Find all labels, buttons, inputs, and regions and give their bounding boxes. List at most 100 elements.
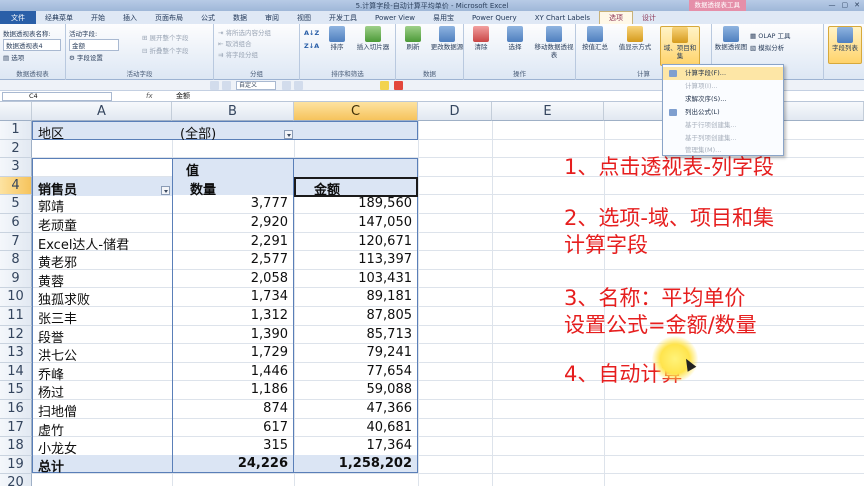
qty-cell[interactable]: 1,734 (172, 289, 294, 304)
qty-cell[interactable]: 2,920 (172, 215, 294, 230)
insert-slicer-button[interactable]: 插入切片器 (356, 26, 390, 64)
row-header-13[interactable]: 13 (0, 344, 32, 363)
amount-cell[interactable]: 147,050 (294, 215, 418, 230)
qty-cell[interactable]: 2,577 (172, 252, 294, 267)
percent-button[interactable] (294, 81, 303, 90)
row-header-2[interactable]: 2 (0, 139, 32, 159)
salesperson-cell[interactable]: 洪七公 (38, 345, 168, 364)
name-box[interactable]: C4 (2, 92, 112, 101)
move-pivot-button[interactable]: 移动数据透视表 (532, 26, 576, 64)
tab-xy-chart-labels[interactable]: XY Chart Labels (526, 11, 599, 24)
row-header-15[interactable]: 15 (0, 381, 32, 400)
salesperson-cell[interactable]: 独孤求败 (38, 289, 168, 308)
qty-cell[interactable]: 1,390 (172, 327, 294, 342)
tab-power-view[interactable]: Power View (366, 11, 424, 24)
row-header-6[interactable]: 6 (0, 214, 32, 233)
fields-items-sets-button[interactable]: 域、项目和集 (660, 26, 700, 66)
font-color-button[interactable] (394, 81, 403, 90)
sort-ascending-button[interactable]: A↓Z (304, 29, 319, 37)
show-values-as-button[interactable]: 值显示方式 (614, 26, 656, 64)
select-all-corner[interactable] (0, 102, 32, 121)
column-header-a[interactable]: A (32, 102, 172, 121)
menu-item-calculated-item[interactable]: 计算项(I)... (663, 80, 783, 93)
amount-cell[interactable]: 103,431 (294, 271, 418, 286)
amount-cell[interactable]: 189,560 (294, 196, 418, 211)
amount-cell[interactable]: 47,366 (294, 401, 418, 416)
italic-button[interactable] (222, 81, 231, 90)
number-format-select[interactable]: 自定义 (236, 81, 276, 90)
bold-button[interactable] (210, 81, 219, 90)
salesperson-cell[interactable]: 张三丰 (38, 308, 168, 327)
amount-cell[interactable]: 87,805 (294, 308, 418, 323)
row-header-5[interactable]: 5 (0, 195, 32, 214)
amount-cell[interactable]: 85,713 (294, 327, 418, 342)
amount-cell[interactable]: 113,397 (294, 252, 418, 267)
salesperson-cell[interactable]: 郭靖 (38, 196, 168, 215)
tab-home[interactable]: 开始 (82, 11, 114, 24)
amount-cell[interactable]: 17,364 (294, 438, 418, 453)
active-field-input[interactable]: 金额 (69, 39, 119, 51)
decimal-button[interactable] (282, 81, 291, 90)
salesperson-cell[interactable]: 扫地僧 (38, 401, 168, 420)
maximize-button[interactable]: ▢ (842, 0, 849, 11)
column-header-c[interactable]: C (294, 102, 418, 121)
salesperson-cell[interactable]: 老顽童 (38, 215, 168, 234)
column-header-d[interactable]: D (418, 102, 492, 121)
tab-pivot-design[interactable]: 设计 (633, 11, 665, 24)
salesperson-cell[interactable]: 小龙女 (38, 438, 168, 457)
minimize-button[interactable]: — (829, 0, 836, 11)
collapse-field-button[interactable]: ⊟ 折叠整个字段 (142, 45, 189, 55)
amount-cell[interactable]: 77,654 (294, 364, 418, 379)
sort-button[interactable]: 排序 (320, 26, 354, 64)
salesperson-cell[interactable]: 黄蓉 (38, 271, 168, 290)
expand-field-button[interactable]: ⊞ 展开整个字段 (142, 32, 189, 42)
salesperson-cell[interactable]: 乔峰 (38, 364, 168, 383)
tab-page-layout[interactable]: 页面布局 (146, 11, 192, 24)
refresh-button[interactable]: 刷新 (396, 26, 430, 64)
amount-cell[interactable]: 79,241 (294, 345, 418, 360)
row-header-14[interactable]: 14 (0, 362, 32, 382)
tab-power-query[interactable]: Power Query (463, 11, 526, 24)
row-header-17[interactable]: 17 (0, 418, 32, 438)
tab-data[interactable]: 数据 (224, 11, 256, 24)
menu-item-solve-order[interactable]: 求解次序(S)... (663, 93, 783, 106)
pivot-options-button[interactable]: ▤ 选项 (3, 52, 24, 62)
row-header-4[interactable]: 4 (0, 176, 32, 196)
amount-cell[interactable]: 89,181 (294, 289, 418, 304)
menu-item-set-from-rows[interactable]: 基于行项创建集... (663, 119, 783, 132)
salesperson-cell[interactable]: 黄老邪 (38, 252, 168, 271)
row-header-12[interactable]: 12 (0, 325, 32, 345)
qty-cell[interactable]: 3,777 (172, 196, 294, 211)
row-header-7[interactable]: 7 (0, 232, 32, 252)
formula-input[interactable]: 金额 (176, 91, 190, 102)
qty-cell[interactable]: 1,312 (172, 308, 294, 323)
group-field-button[interactable]: ⇉ 将字段分组 (218, 49, 258, 59)
row-label-dropdown-icon[interactable] (161, 186, 170, 195)
menu-item-list-formulas[interactable]: 列出公式(L) (663, 106, 783, 119)
olap-tools-button[interactable]: ▦ OLAP 工具 (750, 30, 791, 40)
row-header-9[interactable]: 9 (0, 269, 32, 289)
row-header-18[interactable]: 18 (0, 437, 32, 456)
row-header-19[interactable]: 19 (0, 455, 32, 475)
filter-dropdown-icon[interactable] (284, 130, 293, 139)
row-header-8[interactable]: 8 (0, 251, 32, 270)
group-selection-button[interactable]: ⇥ 将所选内容分组 (218, 27, 271, 37)
salesperson-cell[interactable]: 虚竹 (38, 420, 168, 439)
menu-item-calculated-field[interactable]: 计算字段(F)... (663, 67, 783, 80)
amount-cell[interactable]: 59,088 (294, 382, 418, 397)
tab-file[interactable]: 文件 (0, 11, 36, 24)
tab-formulas[interactable]: 公式 (192, 11, 224, 24)
salesperson-cell[interactable]: 杨过 (38, 382, 168, 401)
row-header-11[interactable]: 11 (0, 307, 32, 326)
pivot-chart-button[interactable]: 数据透视图 (714, 26, 748, 64)
ungroup-button[interactable]: ⇤ 取消组合 (218, 38, 252, 48)
row-header-20[interactable]: 20 (0, 474, 32, 486)
row-label-header[interactable]: 销售员 (38, 179, 77, 198)
row-header-16[interactable]: 16 (0, 400, 32, 419)
worksheet-grid[interactable]: A B C D E 1 2 3 4 5 6 7 8 9 10 11 12 13 14 15 16 17 18 19 2… (0, 102, 864, 486)
qty-cell[interactable]: 315 (172, 438, 294, 453)
close-button[interactable]: ✕ (854, 0, 860, 11)
row-header-10[interactable]: 10 (0, 288, 32, 307)
sort-descending-button[interactable]: Z↓A (304, 42, 319, 50)
amount-cell[interactable]: 120,671 (294, 234, 418, 249)
